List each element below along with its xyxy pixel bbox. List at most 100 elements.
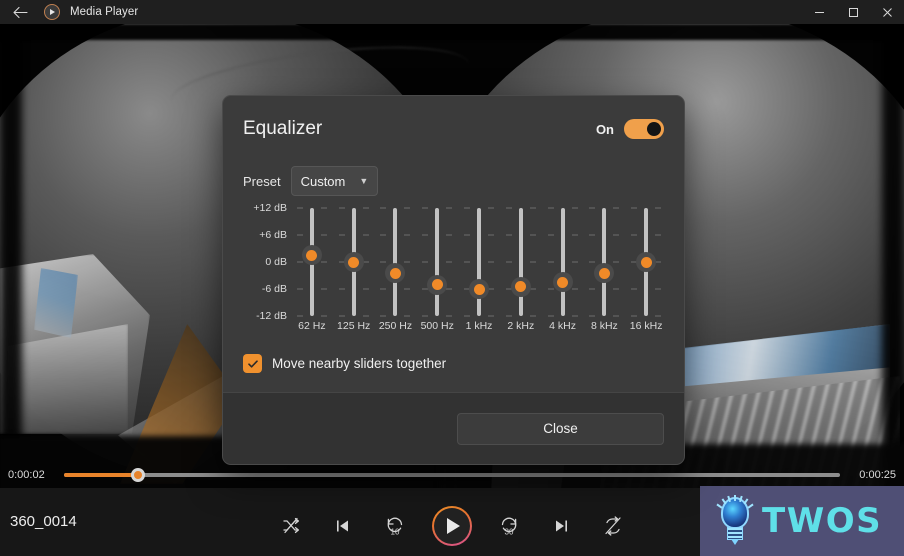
eq-tick xyxy=(362,234,369,236)
watermark-text: TWOS xyxy=(762,501,883,541)
rewind-10-icon: 10 xyxy=(387,517,403,537)
eq-tick xyxy=(655,207,662,209)
eq-tick xyxy=(446,207,453,209)
app-title: Media Player xyxy=(70,6,139,18)
equalizer-toggle[interactable] xyxy=(624,119,664,139)
eq-tick xyxy=(320,288,327,290)
next-button[interactable] xyxy=(546,511,576,541)
eq-band: 250 Hz xyxy=(375,207,417,338)
eq-tick xyxy=(380,261,387,263)
eq-tick xyxy=(571,234,578,236)
eq-tick xyxy=(589,261,596,263)
eq-tick-marks xyxy=(380,207,411,317)
eq-tick xyxy=(380,315,387,317)
eq-tick xyxy=(547,234,554,236)
previous-button[interactable] xyxy=(328,511,358,541)
eq-tick xyxy=(589,315,596,317)
eq-slider-thumb[interactable] xyxy=(427,274,448,295)
eq-tick xyxy=(338,234,345,236)
forward-30-button[interactable]: 30 xyxy=(494,511,524,541)
preset-row: Preset Custom ▼ xyxy=(243,162,664,200)
eq-tick xyxy=(655,288,662,290)
eq-tick xyxy=(380,288,387,290)
eq-tick-marks xyxy=(589,207,620,317)
repeat-button[interactable] xyxy=(598,511,628,541)
preset-dropdown[interactable]: Custom ▼ xyxy=(290,166,379,196)
close-dialog-button[interactable]: Close xyxy=(457,412,664,445)
eq-tick xyxy=(571,261,578,263)
eq-tick xyxy=(296,234,303,236)
eq-tick xyxy=(631,315,638,317)
toggle-knob xyxy=(647,122,661,136)
eq-slider-thumb-dot xyxy=(348,256,360,268)
eq-tick xyxy=(529,207,536,209)
maximize-icon xyxy=(848,7,858,17)
eq-tick xyxy=(296,207,303,209)
eq-tick xyxy=(655,261,662,263)
equalizer-dialog-body: Equalizer On Preset Custom ▼ +12 dB +6 dB… xyxy=(223,96,684,393)
play-triangle-icon xyxy=(447,518,460,534)
back-button[interactable] xyxy=(0,0,40,24)
eq-tick xyxy=(404,315,411,317)
eq-tick xyxy=(362,288,369,290)
dialog-footer: Close xyxy=(223,392,684,464)
checkmark-icon xyxy=(247,359,258,368)
video-detail-stripe-left xyxy=(34,268,78,338)
shuffle-button[interactable] xyxy=(276,511,306,541)
eq-tick xyxy=(613,261,620,263)
move-nearby-sliders-row[interactable]: Move nearby sliders together xyxy=(243,354,664,373)
eq-tick xyxy=(338,315,345,317)
eq-tick xyxy=(422,315,429,317)
eq-tick xyxy=(422,234,429,236)
eq-slider-thumb[interactable] xyxy=(469,279,490,299)
eq-slider-thumb[interactable] xyxy=(636,252,657,272)
watermark: TWOS xyxy=(700,486,904,556)
eq-slider-thumb[interactable] xyxy=(510,276,531,297)
minimize-button[interactable] xyxy=(802,0,836,24)
seek-slider-thumb[interactable] xyxy=(131,468,146,482)
eq-tick xyxy=(505,207,512,209)
eq-band-label: 4 kHz xyxy=(549,320,576,332)
title-bar: Media Player xyxy=(0,0,904,25)
eq-tick xyxy=(547,288,554,290)
eq-band: 2 kHz xyxy=(500,207,542,338)
toggle-state-label: On xyxy=(595,121,614,137)
eq-tick xyxy=(404,207,411,209)
eq-tick xyxy=(338,207,345,209)
window-controls xyxy=(802,0,904,24)
eq-tick xyxy=(320,207,327,209)
equalizer-toggle-group: On xyxy=(596,119,664,139)
eq-tick xyxy=(338,288,345,290)
eq-slider-thumb[interactable] xyxy=(552,272,573,293)
eq-tick xyxy=(320,261,327,263)
db-tick-label: -6 dB xyxy=(261,283,287,295)
eq-band: 4 kHz xyxy=(542,207,584,338)
eq-band: 1 kHz xyxy=(458,207,500,338)
duration-label: 0:00:25 xyxy=(859,469,896,481)
eq-tick xyxy=(529,234,536,236)
media-player-window: Media Player 0:00:02 0:00:25 360_0014 10… xyxy=(0,0,904,556)
seek-bar-row: 0:00:02 0:00:25 xyxy=(0,462,904,488)
eq-band: 8 kHz xyxy=(583,207,625,338)
eq-tick xyxy=(571,288,578,290)
eq-tick xyxy=(571,207,578,209)
eq-tick xyxy=(380,207,387,209)
eq-tick xyxy=(529,261,536,263)
eq-tick xyxy=(613,234,620,236)
eq-slider-thumb[interactable] xyxy=(343,252,364,272)
close-button[interactable] xyxy=(870,0,904,24)
maximize-button[interactable] xyxy=(836,0,870,24)
play-button[interactable] xyxy=(432,506,472,546)
repeat-off-icon xyxy=(605,516,621,536)
rewind-10-button[interactable]: 10 xyxy=(380,511,410,541)
media-player-icon xyxy=(44,4,60,20)
forward-30-label: 30 xyxy=(505,528,514,537)
eq-slider-thumb-dot xyxy=(557,276,569,288)
eq-tick xyxy=(296,261,303,263)
frequency-bands: 62 Hz 125 Hz 250 Hz 500 Hz 1 kHz 2 kHz 4 kHz 8 … xyxy=(291,207,667,338)
eq-tick xyxy=(488,207,495,209)
eq-tick xyxy=(547,315,554,317)
move-nearby-sliders-checkbox[interactable] xyxy=(243,354,262,373)
seek-slider[interactable] xyxy=(64,468,840,482)
eq-tick xyxy=(404,288,411,290)
